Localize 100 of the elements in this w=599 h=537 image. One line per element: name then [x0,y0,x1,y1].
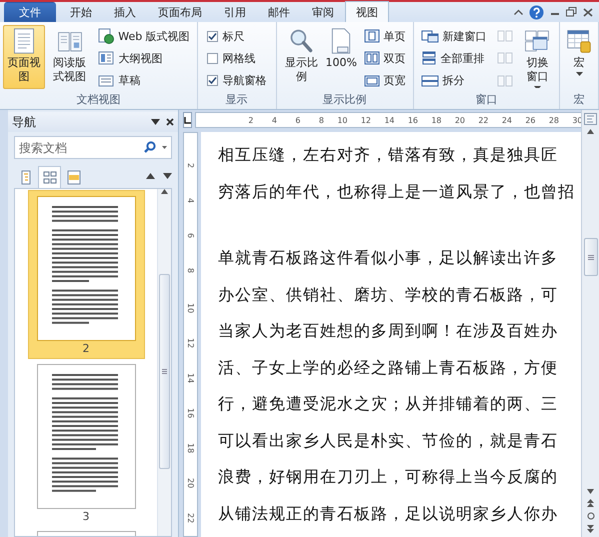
page-width-icon [364,72,380,89]
page-number: 2 [82,342,90,355]
next-page-icon[interactable] [587,525,594,533]
ribbon-button[interactable]: 显示比例 [280,25,323,89]
ruler-toggle-icon[interactable] [584,113,597,125]
magnifier-icon [288,28,314,54]
globe-page-icon [98,28,114,44]
ribbon-tab[interactable]: 审阅 [301,2,345,22]
two-page-icon [364,50,380,66]
text-line: 浪费，好钢用在刀刃上，可称得上当今反腐的 [218,466,559,488]
checkbox[interactable] [206,75,218,86]
ribbon-button[interactable]: 全部重排 [418,49,489,68]
restore-icon[interactable] [566,7,577,17]
ribbon-button[interactable]: 大纲视图 [96,49,192,68]
ribbon-tab[interactable]: 引用 [213,2,257,22]
group-label: 显示 [226,92,248,107]
search-icon[interactable] [144,141,156,153]
ribbon-tab[interactable]: 视图 [345,1,389,22]
caret-icon[interactable] [162,146,167,149]
ribbon-button[interactable]: Web 版式视图 [96,27,192,46]
help-icon[interactable] [529,4,544,20]
ribbon-button[interactable]: 新建窗口 [418,27,489,46]
ruler-number: 22 [186,513,195,526]
text-line: 可以看出家乡人民是朴实、节俭的，就是青石 [218,430,559,452]
ruler-number: 12 [186,338,195,350]
checkbox-label[interactable]: 标尺 [222,28,245,44]
close-icon[interactable] [583,8,593,16]
ribbon-button[interactable]: 阅读版式视图 [46,25,92,89]
ribbon-button[interactable]: 切换窗口 [518,25,556,89]
ribbon-tab[interactable]: 页面布局 [147,2,213,22]
grip-icon [162,369,167,374]
checkbox-label[interactable]: 导航窗格 [222,73,267,88]
headings-icon [18,170,32,185]
text-line: 穷落后的年代，也称得上是一道风景了，也曾招 [218,180,576,202]
text-line: 行，避免遭受泥水之灾；从并排铺着的两、三 [218,393,559,415]
split-icon [420,72,439,89]
ruler-number: 24 [500,116,512,124]
ruler-number: 10 [336,116,348,124]
ribbon-button[interactable]: 页面视图 [3,25,45,89]
single-page-icon [364,28,380,44]
ruler-number: 10 [186,303,195,316]
new-window-icon [420,28,439,44]
ruler-number: 28 [548,116,559,124]
group-label: 显示比例 [322,92,367,107]
ruler-number: 12 [360,116,371,124]
page-thumbnail[interactable] [36,364,136,509]
windows-icon [524,28,550,54]
ribbon-button[interactable]: 100% [324,25,358,89]
ruler-number: 18 [430,116,442,124]
vertical-scrollbar[interactable] [581,110,599,537]
ruler-number: 26 [524,116,536,124]
ribbon-button[interactable]: 单页 [362,27,408,46]
text-line: 办公室、供销社、磨坊、学校的青石板路，可 [218,284,559,306]
ribbon-button[interactable]: 页宽 [362,72,408,90]
ruler-number: 14 [186,373,195,386]
thumbnails-icon [42,170,56,185]
pane-scrollbar[interactable] [157,189,171,536]
ribbon-tab[interactable]: 邮件 [257,2,301,22]
ruler-number: 8 [186,268,195,276]
search-field[interactable]: 搜索文档 [14,136,172,159]
ribbon-button[interactable]: 双页 [362,49,408,68]
up-arrow-icon[interactable] [146,173,155,179]
text-line: 活、子女上学的必经之路铺上青石板路，方便 [218,356,559,378]
ribbon-button[interactable]: 拆分 [418,72,489,90]
previous-page-icon[interactable] [587,499,594,507]
ribbon-tab[interactable]: 开始 [59,2,103,22]
collapse-ribbon-icon[interactable] [514,9,523,15]
ribbon-tab[interactable]: 插入 [103,2,147,22]
ribbon-button[interactable]: 宏 [563,25,595,89]
ruler-number: 14 [383,116,394,124]
checkbox[interactable] [206,30,218,42]
close-icon[interactable] [166,118,174,126]
group-label: 文档视图 [76,92,120,107]
browse-object-icon[interactable] [586,512,594,520]
pane-tab[interactable] [38,166,61,188]
up-arrow-icon[interactable] [587,129,594,134]
ribbon-button[interactable]: 草稿 [96,72,192,90]
checkbox-label[interactable]: 网格线 [222,50,256,66]
down-arrow-icon[interactable] [587,489,594,494]
dropdown-icon[interactable] [151,119,160,125]
text-line: 相互压缝，左右对齐，错落有致，真是独具匠 [218,144,559,166]
draft-icon [98,72,114,89]
ruler-number: 6 [186,233,195,240]
checkbox[interactable] [206,52,218,64]
tab-selector[interactable] [183,112,192,128]
group-label: 宏 [574,92,584,107]
down-arrow-icon[interactable] [163,173,172,179]
up-arrow-icon[interactable] [161,189,168,194]
text-line: 从铺法规正的青石板路，足以说明家乡人你办 [218,502,559,524]
ruler-number: 2 [186,163,195,170]
ribbon-tab[interactable]: 文件 [4,2,56,22]
arrange-icon [420,50,437,66]
pane-title: 导航 [12,114,37,130]
ruler-number: 4 [270,116,277,124]
group-label: 窗口 [475,92,498,107]
grip-icon [588,254,594,260]
ruler-number: 22 [477,116,488,124]
page-number: 3 [82,510,90,523]
ruler-number: 6 [294,116,300,124]
page-thumbnail[interactable] [36,196,136,341]
